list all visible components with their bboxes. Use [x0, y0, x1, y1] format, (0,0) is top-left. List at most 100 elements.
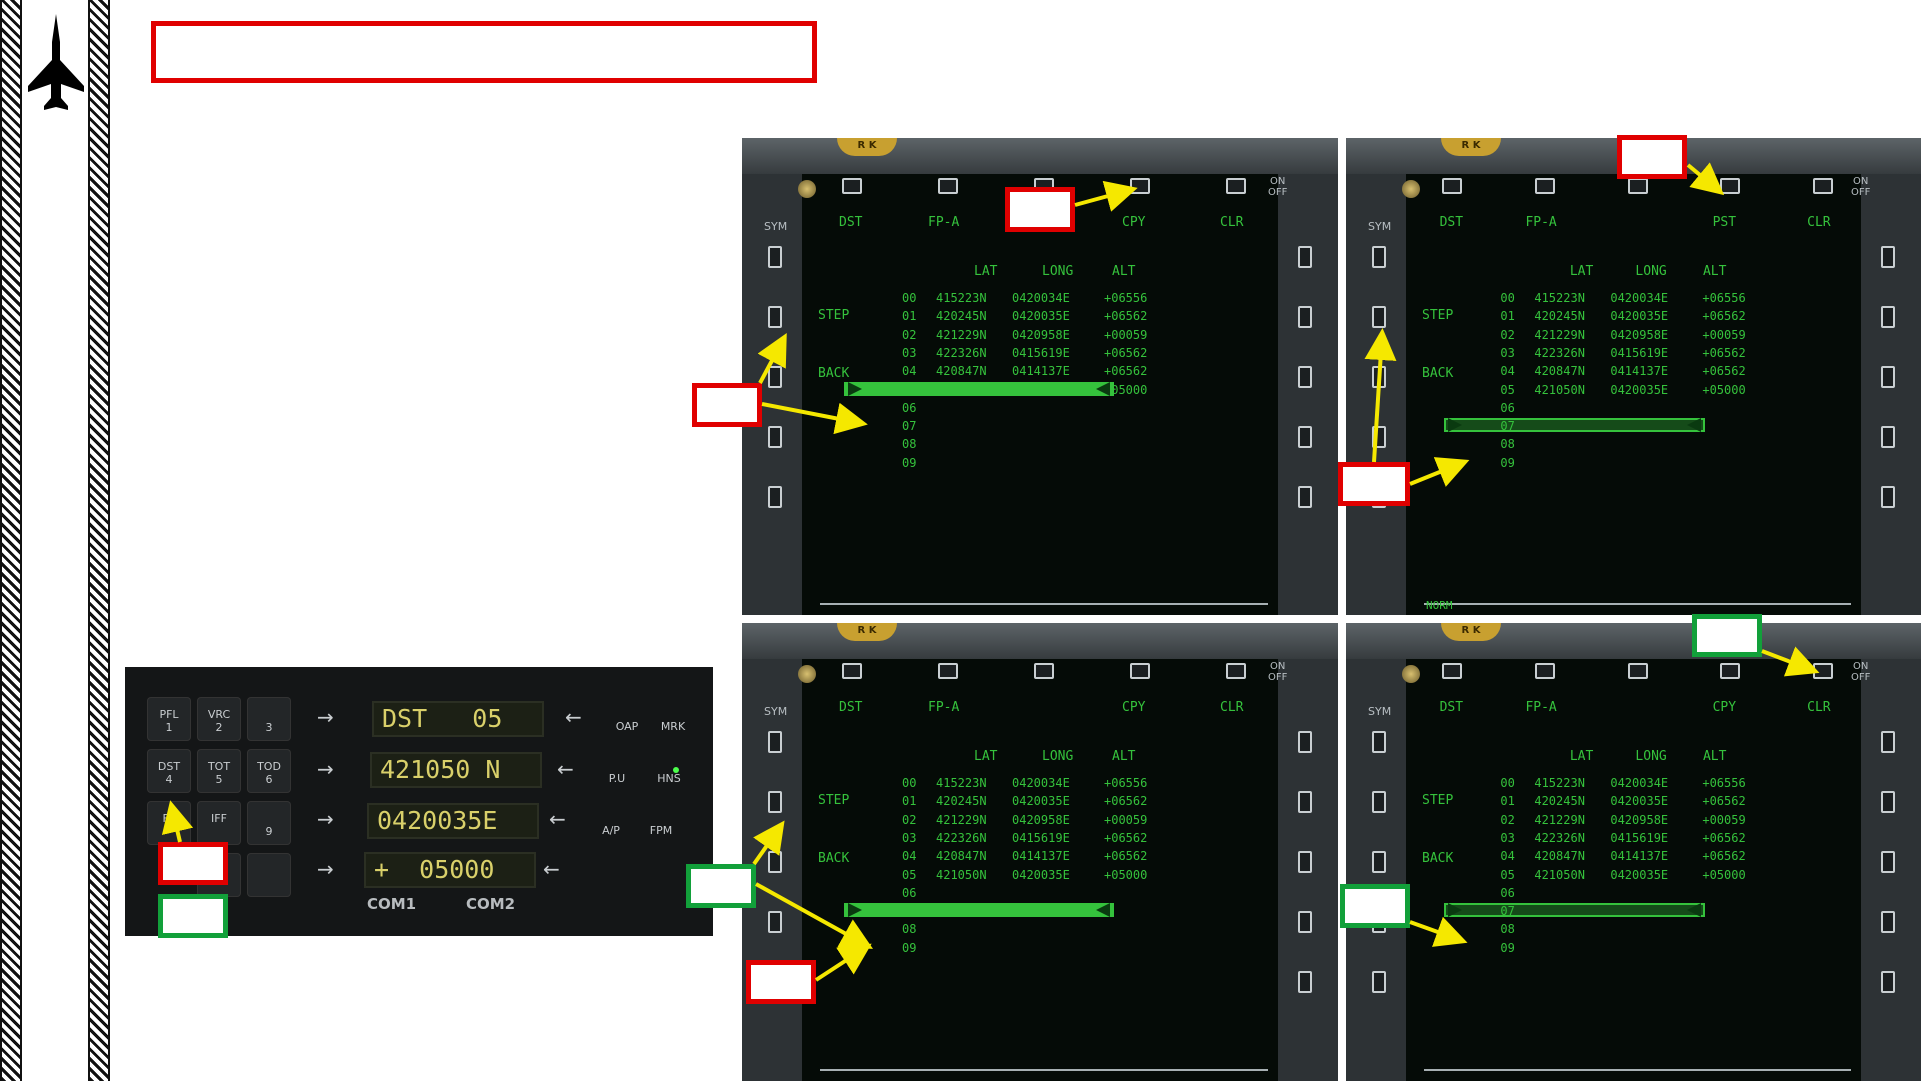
wp-long: 0420035E — [1012, 309, 1070, 324]
wp-number: 09 — [902, 455, 917, 470]
ufc-right-key-ap[interactable]: A/P — [589, 825, 633, 837]
ufc-left-arrow-key-icon[interactable]: ← — [565, 705, 582, 729]
osb-top-button-2 — [938, 178, 958, 194]
ufc-right-key-mrk[interactable]: MRK — [651, 721, 695, 733]
ufc-right-key-hns[interactable]: HNS — [647, 773, 691, 785]
step-label: STEP — [818, 793, 850, 808]
osb-right-button-2 — [1298, 306, 1312, 328]
osb-right-button-1 — [1881, 731, 1895, 753]
ufc-key-blank[interactable] — [247, 853, 291, 897]
osb-label-clr: CLR — [1807, 215, 1831, 230]
wp-number: 00 — [1500, 776, 1515, 790]
waypoint-row: 04 420847N 0414137E +06562 — [902, 364, 1147, 378]
wp-long: 0420035E — [1012, 794, 1070, 809]
waypoint-row: 01 420245N 0420035E +06562 — [902, 309, 1147, 323]
wp-long: 0415619E — [1610, 345, 1669, 360]
ufc-display-line-3: 0420035E — [367, 803, 539, 839]
waypoint-row: 01 420245N 0420035E +06562 — [902, 794, 1147, 808]
callout-red-cpy — [1005, 187, 1075, 232]
sym-label: SYM — [1368, 705, 1392, 718]
wp-number: 09 — [1500, 940, 1515, 955]
ufc-right-arrow-key-icon[interactable]: → — [317, 857, 334, 881]
osb-left-button-2 — [768, 791, 782, 813]
waypoint-row-empty: 08 — [1500, 922, 1534, 936]
wp-number: 05 — [902, 867, 917, 882]
callout-red-step-back — [692, 383, 762, 427]
column-header-long: LONG — [1042, 264, 1074, 279]
step-label: STEP — [1422, 308, 1454, 323]
ufc-left-arrow-key-icon[interactable]: ← — [543, 857, 560, 881]
wp-alt: +06556 — [1702, 291, 1746, 305]
wp-alt: +06562 — [1702, 849, 1746, 864]
column-header-long: LONG — [1635, 749, 1667, 764]
wp-long: 0420958E — [1610, 812, 1669, 827]
wp-long: 0420958E — [1610, 327, 1669, 342]
wp-long: 0415619E — [1012, 345, 1070, 360]
on-label: ON — [1853, 661, 1869, 672]
ufc-left-arrow-key-icon[interactable]: ← — [549, 807, 566, 831]
wp-lat: 422326N — [936, 345, 987, 360]
waypoint-row: 00 415223N 0420034E +06556 — [902, 291, 1147, 305]
osb-left-button-2 — [1372, 306, 1386, 328]
selection-left-arrow-icon — [848, 381, 862, 396]
ufc-right-key-pu[interactable]: P.U — [595, 773, 639, 785]
waypoint-row: 03 422326N 0415619E +06562 — [1500, 831, 1745, 845]
wp-lat: 422326N — [1534, 345, 1585, 360]
waypoint-row: 04 420847N 0414137E +06562 — [1500, 364, 1745, 378]
title-placeholder-box — [151, 21, 817, 83]
mfd-bottom-line — [820, 1069, 1268, 1071]
sym-label: SYM — [764, 705, 788, 718]
wp-lat: 420245N — [936, 309, 987, 324]
ufc-right-key-oap[interactable]: OAP — [605, 721, 649, 733]
ufc-key-number: 3 — [265, 721, 273, 734]
osb-top-button-2 — [938, 663, 958, 679]
brk-badge: R K — [1441, 138, 1501, 156]
osb-label-pst: PST — [1712, 215, 1737, 230]
wp-alt: +00059 — [1702, 327, 1746, 342]
wp-long: 0414137E — [1012, 849, 1070, 864]
ufc-right-arrow-key-icon[interactable]: → — [317, 807, 334, 831]
waypoint-row: 00 415223N 0420034E +06556 — [1500, 776, 1745, 790]
wp-number: 04 — [902, 364, 917, 379]
ufc-right-key-fpm[interactable]: FPM — [639, 825, 683, 837]
ufc-key-3[interactable] — [247, 697, 291, 741]
ufc-left-arrow-key-icon[interactable]: ← — [557, 757, 574, 781]
osb-top-button-2 — [1535, 663, 1556, 679]
wp-long: 0420034E — [1610, 776, 1669, 790]
on-label: ON — [1270, 661, 1286, 672]
waypoint-row: 05 421050N 0420035E +05000 — [902, 868, 1147, 882]
wp-number: 00 — [902, 291, 917, 305]
wp-long: 0420035E — [1610, 794, 1669, 809]
off-label: OFF — [1268, 187, 1288, 198]
osb-right-button-4 — [1298, 426, 1312, 448]
on-off-label: ON OFF — [1851, 661, 1870, 683]
ufc-key-9[interactable] — [247, 801, 291, 845]
wp-alt: +06556 — [1702, 776, 1746, 790]
wp-alt: +06562 — [1104, 309, 1148, 324]
waypoint-row: 01 420245N 0420035E +06562 — [1500, 794, 1745, 808]
mfd-knob-icon — [1402, 665, 1420, 683]
wp-long: 0420035E — [1610, 382, 1669, 397]
wp-number: 08 — [1500, 922, 1515, 937]
waypoint-row-empty: 06 — [1500, 401, 1534, 415]
osb-label-dst: DST — [1439, 700, 1464, 715]
waypoint-row-empty: 08 — [902, 922, 936, 936]
osb-left-button-5 — [768, 486, 782, 508]
waypoint-row-empty: 09 — [902, 941, 936, 955]
osb-top-button-1 — [1442, 178, 1463, 194]
wp-alt: +06562 — [1702, 345, 1746, 360]
column-header-alt: ALT — [1702, 749, 1727, 764]
ufc-right-arrow-key-icon[interactable]: → — [317, 757, 334, 781]
wp-lat: 415223N — [1534, 776, 1585, 790]
waypoint-row-empty: 06 — [902, 886, 936, 900]
osb-left-button-1 — [1372, 731, 1386, 753]
osb-right-button-4 — [1881, 911, 1895, 933]
ufc-right-arrow-key-icon[interactable]: → — [317, 705, 334, 729]
sym-label: SYM — [764, 220, 788, 233]
wp-number: 04 — [1500, 364, 1515, 379]
selection-right-arrow-icon — [1096, 381, 1110, 396]
waypoint-row-empty: 06 — [902, 401, 936, 415]
osb-right-button-1 — [1881, 246, 1895, 268]
back-label: BACK — [818, 366, 850, 381]
callout-red-ufc-key — [158, 842, 228, 885]
